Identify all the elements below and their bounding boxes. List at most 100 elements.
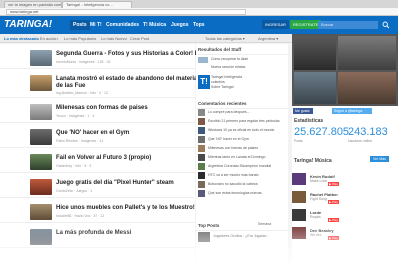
nav-posts[interactable]: Posts <box>70 20 90 30</box>
avatar[interactable] <box>198 109 205 116</box>
comment-text[interactable]: Milenesas con formas de paises <box>208 146 286 150</box>
avatar[interactable] <box>198 136 205 143</box>
comment-text[interactable]: Bolsonaro no sacudió la cabeza <box>208 182 286 186</box>
music-item[interactable]: Dee Beasley We Are ▶ Play <box>292 226 398 241</box>
post-thumbnail[interactable] <box>30 129 52 145</box>
album-cover[interactable] <box>292 227 306 239</box>
post-title[interactable]: Juego gratis del día "Pixel Hunter" stea… <box>56 180 174 186</box>
staff-item[interactable]: T! Taringa! Inteligencia colectiva Sobre… <box>196 74 288 94</box>
nav-tops[interactable]: Tops <box>193 22 205 28</box>
subnav-destacado[interactable]: Lo más destacado <box>4 36 39 41</box>
staff-item[interactable]: Nueva sección relatos <box>196 64 288 72</box>
staff-item-label[interactable]: Taringa! Inteligencia <box>211 75 242 79</box>
post-thumbnail[interactable] <box>30 179 52 195</box>
language-select[interactable]: Argentina ▾ <box>258 36 278 41</box>
post-title[interactable]: Fail en Volver al Futuro 3 (propio) <box>56 155 151 161</box>
top-post-title[interactable]: Jugadores Ocultos - ¿Era Jugador... <box>213 234 269 238</box>
comment-item[interactable]: Argentina Coronado Bicampeón mundial <box>196 162 288 171</box>
nav-musica[interactable]: T! Música <box>143 22 166 28</box>
post-title[interactable]: La más profunda de Messi <box>56 230 131 236</box>
registrate-button[interactable]: REGISTRATE <box>290 20 322 29</box>
avatar[interactable] <box>198 181 205 188</box>
search-icon[interactable] <box>382 21 390 29</box>
post-title[interactable]: Hice unos muebles con Pallet's y te los … <box>56 205 195 211</box>
music-item[interactable]: Kevin Rudolf Make Love ▶ Play <box>292 172 398 187</box>
play-button[interactable]: ▶ Play <box>328 200 339 204</box>
play-button[interactable]: ▶ Play <box>328 182 339 186</box>
play-button[interactable]: ▶ Play <box>328 236 339 240</box>
post-thumbnail[interactable] <box>30 154 52 170</box>
comment-text[interactable]: Que 'NO' hacer en el Gym <box>208 137 286 141</box>
nav-comunidades[interactable]: Comunidades <box>106 22 139 28</box>
album-cover[interactable] <box>292 209 306 221</box>
list-item[interactable]: Milenesas con formas de paises Yoooo · I… <box>0 101 195 123</box>
comment-item[interactable]: Mientras tanto en Lanata el Domingo <box>196 153 288 162</box>
avatar[interactable] <box>198 118 205 125</box>
post-title[interactable]: Que 'NO' hacer en el Gym <box>56 130 129 136</box>
comment-text[interactable]: Lo compré para después... <box>208 110 286 114</box>
avatar[interactable] <box>198 172 205 179</box>
comment-item[interactable]: Qué son estas tecnologías nuevas <box>196 189 288 198</box>
comment-text[interactable]: Escribió 21 primero para regalar tres pe… <box>208 119 286 123</box>
nav-juegos[interactable]: Juegos <box>171 22 189 28</box>
subnav-en-accion[interactable]: En acción <box>40 36 58 41</box>
play-button[interactable]: ▶ Play <box>328 218 339 222</box>
post-thumbnail[interactable] <box>30 229 52 245</box>
list-item[interactable]: Lanata mostró el estado de abandono del … <box>0 72 199 98</box>
categories-select[interactable]: Todas las categorías ▾ <box>205 36 245 41</box>
staff-item-label[interactable]: Cómo recuperar tu Atari <box>211 57 248 61</box>
comment-item[interactable]: Escribió 21 primero para regalar tres pe… <box>196 117 288 126</box>
comment-item[interactable]: Windows 10 ya es oficial en todo el mund… <box>196 126 288 135</box>
twitter-follow-button[interactable]: Seguir a @taringa <box>332 108 372 114</box>
facebook-like-button[interactable]: Me gusta <box>293 108 313 114</box>
post-title[interactable]: Lanata mostró el estado de abandono del … <box>56 76 199 82</box>
featured-photos[interactable] <box>292 34 398 106</box>
staff-item[interactable]: Cómo recuperar tu Atari <box>196 56 288 64</box>
post-thumbnail[interactable] <box>30 204 52 220</box>
photo-tile[interactable] <box>294 72 336 104</box>
avatar[interactable] <box>198 127 205 134</box>
comment-text[interactable]: Argentina Coronado Bicampeón mundial <box>208 164 286 168</box>
list-item[interactable]: Juego gratis del día "Pixel Hunter" stea… <box>0 176 195 198</box>
post-title-line2[interactable]: de las Fue <box>56 83 85 89</box>
subnav-crear-post[interactable]: Crear Post <box>130 36 149 41</box>
avatar[interactable] <box>198 154 205 161</box>
see-more-button[interactable]: Ver Más <box>370 156 389 162</box>
comment-text[interactable]: HTC va a ser mucho más barato <box>208 173 286 177</box>
music-item[interactable]: Lorde Royals ▶ Play <box>292 208 398 223</box>
subnav-populares[interactable]: Lo más Populares <box>64 36 96 41</box>
comment-text[interactable]: Windows 10 ya es oficial en todo el mund… <box>208 128 286 132</box>
photo-tile[interactable] <box>338 72 396 104</box>
taringa-logo[interactable]: TARINGA! <box>4 19 52 30</box>
search-input[interactable]: Buscar <box>318 21 378 29</box>
staff-item-label[interactable]: Nueva sección relatos <box>211 65 245 69</box>
post-title[interactable]: Segunda Guerra - Fotos y sus Historias a… <box>56 51 203 57</box>
top-filter-select[interactable]: Semana <box>258 222 271 226</box>
comment-item[interactable]: Lo compré para después... <box>196 108 288 117</box>
list-item[interactable]: Fail en Volver al Futuro 3 (propio) Gabi… <box>0 151 195 173</box>
list-item[interactable]: Que 'NO' hacer en el Gym Fabio.Rhodes · … <box>0 126 195 148</box>
post-title[interactable]: Milenesas con formas de paises <box>56 105 148 111</box>
album-cover[interactable] <box>292 191 306 203</box>
comment-item[interactable]: Que 'NO' hacer en el Gym <box>196 135 288 144</box>
nav-mi-t[interactable]: Mi T! <box>90 22 102 28</box>
list-item[interactable]: Segunda Guerra - Fotos y sus Historias a… <box>0 47 203 69</box>
avatar[interactable] <box>198 145 205 152</box>
staff-item-label[interactable]: colectiva <box>211 80 225 84</box>
avatar[interactable] <box>198 163 205 170</box>
list-item[interactable]: Hice unos muebles con Pallet's y te los … <box>0 201 195 223</box>
post-thumbnail[interactable] <box>30 104 52 120</box>
post-thumbnail[interactable] <box>30 75 52 91</box>
avatar[interactable] <box>198 190 205 197</box>
ingresar-button[interactable]: INGRESAR <box>262 20 289 29</box>
subnav-nuevo[interactable]: Lo más Nuevo <box>101 36 127 41</box>
comment-item[interactable]: HTC va a ser mucho más barato <box>196 171 288 180</box>
browser-tab-active[interactable]: Taringa! - Inteligencia co... <box>62 1 132 8</box>
browser-tab[interactable]: ver la imagen en pantalla completa... <box>4 1 62 8</box>
album-cover[interactable] <box>292 173 306 185</box>
photo-tile[interactable] <box>294 36 336 70</box>
top-post-thumbnail[interactable] <box>198 232 210 242</box>
comment-item[interactable]: Bolsonaro no sacudió la cabeza <box>196 180 288 189</box>
comment-item[interactable]: Milenesas con formas de paises <box>196 144 288 153</box>
photo-tile[interactable] <box>338 36 396 70</box>
